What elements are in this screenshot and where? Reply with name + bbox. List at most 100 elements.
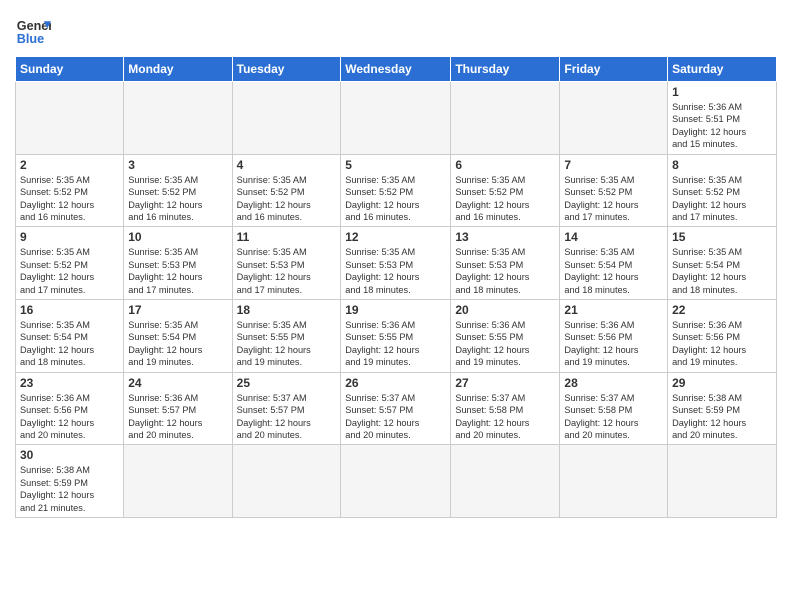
day-info: Sunrise: 5:38 AM Sunset: 5:59 PM Dayligh… — [20, 464, 119, 514]
calendar-week-4: 23Sunrise: 5:36 AM Sunset: 5:56 PM Dayli… — [16, 372, 777, 445]
calendar-cell — [124, 82, 232, 155]
day-info: Sunrise: 5:35 AM Sunset: 5:54 PM Dayligh… — [20, 319, 119, 369]
day-info: Sunrise: 5:35 AM Sunset: 5:52 PM Dayligh… — [455, 174, 555, 224]
day-number: 30 — [20, 448, 119, 462]
calendar-cell: 22 Sunrise: 5:36 AM Sunset: 5:56 PM Dayli… — [668, 300, 777, 373]
day-number: 16 — [20, 303, 119, 317]
calendar-week-1: 2 Sunrise: 5:35 AM Sunset: 5:52 PM Daylig… — [16, 154, 777, 227]
calendar-cell — [560, 445, 668, 518]
day-number: 23 — [20, 376, 119, 390]
day-number: 14 — [564, 230, 663, 244]
day-info: Sunrise: 5:35 AM Sunset: 5:53 PM Dayligh… — [237, 246, 337, 296]
day-number: 29 — [672, 376, 772, 390]
day-info: Sunrise: 5:36 AM Sunset: 5:55 PM Dayligh… — [455, 319, 555, 369]
calendar-cell: 20 Sunrise: 5:36 AM Sunset: 5:55 PM Dayli… — [451, 300, 560, 373]
calendar-cell: 21Sunrise: 5:36 AM Sunset: 5:56 PM Dayli… — [560, 300, 668, 373]
calendar-header-thursday: Thursday — [451, 57, 560, 82]
calendar-cell: 23Sunrise: 5:36 AM Sunset: 5:56 PM Dayli… — [16, 372, 124, 445]
calendar-cell: 15 Sunrise: 5:35 AM Sunset: 5:54 PM Dayli… — [668, 227, 777, 300]
calendar-cell — [341, 82, 451, 155]
day-number: 15 — [672, 230, 772, 244]
header: General Blue — [15, 10, 777, 50]
day-number: 12 — [345, 230, 446, 244]
calendar-cell: 26Sunrise: 5:37 AM Sunset: 5:57 PM Dayli… — [341, 372, 451, 445]
calendar-cell — [451, 445, 560, 518]
calendar-header-row: SundayMondayTuesdayWednesdayThursdayFrid… — [16, 57, 777, 82]
day-number: 5 — [345, 158, 446, 172]
calendar-header-saturday: Saturday — [668, 57, 777, 82]
svg-text:Blue: Blue — [17, 32, 44, 46]
calendar-cell: 24Sunrise: 5:36 AM Sunset: 5:57 PM Dayli… — [124, 372, 232, 445]
day-info: Sunrise: 5:35 AM Sunset: 5:54 PM Dayligh… — [128, 319, 227, 369]
calendar-header-monday: Monday — [124, 57, 232, 82]
day-info: Sunrise: 5:36 AM Sunset: 5:51 PM Dayligh… — [672, 101, 772, 151]
calendar-cell: 1Sunrise: 5:36 AM Sunset: 5:51 PM Daylig… — [668, 82, 777, 155]
day-info: Sunrise: 5:35 AM Sunset: 5:53 PM Dayligh… — [455, 246, 555, 296]
day-info: Sunrise: 5:35 AM Sunset: 5:54 PM Dayligh… — [672, 246, 772, 296]
day-info: Sunrise: 5:36 AM Sunset: 5:56 PM Dayligh… — [672, 319, 772, 369]
calendar-cell: 11Sunrise: 5:35 AM Sunset: 5:53 PM Dayli… — [232, 227, 341, 300]
day-info: Sunrise: 5:36 AM Sunset: 5:55 PM Dayligh… — [345, 319, 446, 369]
calendar-cell: 30 Sunrise: 5:38 AM Sunset: 5:59 PM Dayli… — [16, 445, 124, 518]
calendar-cell — [451, 82, 560, 155]
calendar-cell: 2Sunrise: 5:35 AM Sunset: 5:52 PM Daylig… — [16, 154, 124, 227]
day-number: 4 — [237, 158, 337, 172]
calendar-cell: 13 Sunrise: 5:35 AM Sunset: 5:53 PM Dayli… — [451, 227, 560, 300]
day-info: Sunrise: 5:37 AM Sunset: 5:58 PM Dayligh… — [455, 392, 555, 442]
calendar-cell: 4 Sunrise: 5:35 AM Sunset: 5:52 PM Daylig… — [232, 154, 341, 227]
calendar-cell: 8 Sunrise: 5:35 AM Sunset: 5:52 PM Daylig… — [668, 154, 777, 227]
day-info: Sunrise: 5:38 AM Sunset: 5:59 PM Dayligh… — [672, 392, 772, 442]
calendar-cell: 18Sunrise: 5:35 AM Sunset: 5:55 PM Dayli… — [232, 300, 341, 373]
calendar-header-friday: Friday — [560, 57, 668, 82]
day-info: Sunrise: 5:37 AM Sunset: 5:58 PM Dayligh… — [564, 392, 663, 442]
day-number: 9 — [20, 230, 119, 244]
day-info: Sunrise: 5:35 AM Sunset: 5:52 PM Dayligh… — [20, 246, 119, 296]
day-number: 27 — [455, 376, 555, 390]
calendar-header-wednesday: Wednesday — [341, 57, 451, 82]
calendar-cell: 9 Sunrise: 5:35 AM Sunset: 5:52 PM Daylig… — [16, 227, 124, 300]
calendar-week-2: 9 Sunrise: 5:35 AM Sunset: 5:52 PM Daylig… — [16, 227, 777, 300]
calendar-cell — [560, 82, 668, 155]
calendar-cell: 5 Sunrise: 5:35 AM Sunset: 5:52 PM Daylig… — [341, 154, 451, 227]
day-info: Sunrise: 5:35 AM Sunset: 5:53 PM Dayligh… — [128, 246, 227, 296]
calendar-header-tuesday: Tuesday — [232, 57, 341, 82]
calendar-cell: 10 Sunrise: 5:35 AM Sunset: 5:53 PM Dayli… — [124, 227, 232, 300]
day-info: Sunrise: 5:37 AM Sunset: 5:57 PM Dayligh… — [237, 392, 337, 442]
calendar-cell — [668, 445, 777, 518]
calendar-cell: 19 Sunrise: 5:36 AM Sunset: 5:55 PM Dayli… — [341, 300, 451, 373]
day-number: 21 — [564, 303, 663, 317]
day-info: Sunrise: 5:35 AM Sunset: 5:52 PM Dayligh… — [564, 174, 663, 224]
page: General Blue SundayMondayTuesdayWednesda… — [0, 0, 792, 612]
day-number: 8 — [672, 158, 772, 172]
day-number: 20 — [455, 303, 555, 317]
calendar-cell: 28Sunrise: 5:37 AM Sunset: 5:58 PM Dayli… — [560, 372, 668, 445]
day-number: 10 — [128, 230, 227, 244]
day-info: Sunrise: 5:35 AM Sunset: 5:52 PM Dayligh… — [128, 174, 227, 224]
calendar-cell: 14Sunrise: 5:35 AM Sunset: 5:54 PM Dayli… — [560, 227, 668, 300]
day-info: Sunrise: 5:35 AM Sunset: 5:52 PM Dayligh… — [672, 174, 772, 224]
calendar-cell: 3Sunrise: 5:35 AM Sunset: 5:52 PM Daylig… — [124, 154, 232, 227]
day-number: 13 — [455, 230, 555, 244]
calendar-cell: 16 Sunrise: 5:35 AM Sunset: 5:54 PM Dayli… — [16, 300, 124, 373]
calendar-week-0: 1Sunrise: 5:36 AM Sunset: 5:51 PM Daylig… — [16, 82, 777, 155]
calendar-week-5: 30 Sunrise: 5:38 AM Sunset: 5:59 PM Dayli… — [16, 445, 777, 518]
calendar-cell: 12 Sunrise: 5:35 AM Sunset: 5:53 PM Dayli… — [341, 227, 451, 300]
calendar-cell: 27 Sunrise: 5:37 AM Sunset: 5:58 PM Dayli… — [451, 372, 560, 445]
day-info: Sunrise: 5:37 AM Sunset: 5:57 PM Dayligh… — [345, 392, 446, 442]
day-number: 19 — [345, 303, 446, 317]
calendar-cell: 29 Sunrise: 5:38 AM Sunset: 5:59 PM Dayli… — [668, 372, 777, 445]
day-info: Sunrise: 5:35 AM Sunset: 5:53 PM Dayligh… — [345, 246, 446, 296]
calendar-cell — [124, 445, 232, 518]
calendar-cell: 7Sunrise: 5:35 AM Sunset: 5:52 PM Daylig… — [560, 154, 668, 227]
day-info: Sunrise: 5:35 AM Sunset: 5:52 PM Dayligh… — [237, 174, 337, 224]
day-number: 18 — [237, 303, 337, 317]
logo: General Blue — [15, 14, 51, 50]
day-number: 22 — [672, 303, 772, 317]
calendar-week-3: 16 Sunrise: 5:35 AM Sunset: 5:54 PM Dayli… — [16, 300, 777, 373]
day-number: 6 — [455, 158, 555, 172]
day-info: Sunrise: 5:35 AM Sunset: 5:52 PM Dayligh… — [345, 174, 446, 224]
calendar: SundayMondayTuesdayWednesdayThursdayFrid… — [15, 56, 777, 518]
day-number: 2 — [20, 158, 119, 172]
calendar-cell — [16, 82, 124, 155]
calendar-cell: 6 Sunrise: 5:35 AM Sunset: 5:52 PM Daylig… — [451, 154, 560, 227]
